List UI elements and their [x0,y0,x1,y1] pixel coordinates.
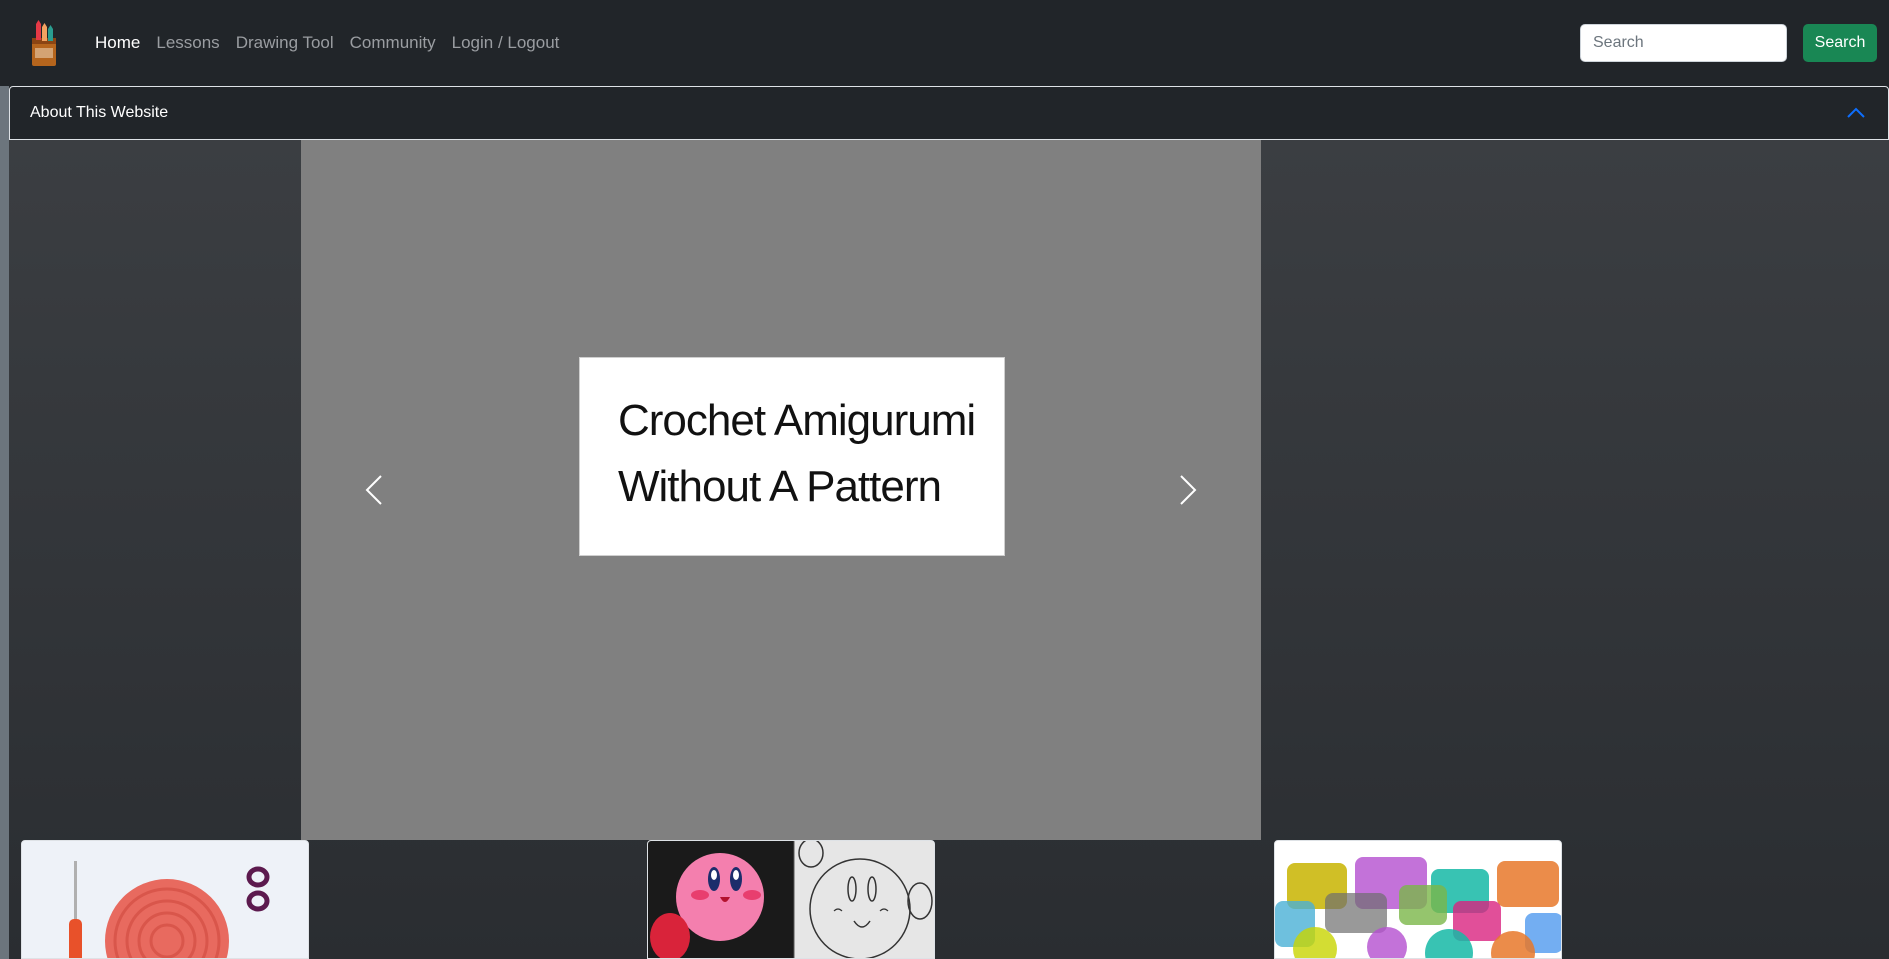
chevron-left-icon[interactable] [361,470,387,510]
search-input[interactable] [1580,24,1787,62]
nav-link-lessons[interactable]: Lessons [156,33,219,53]
carousel: Crochet Amigurumi Without A Pattern [301,140,1261,840]
chevron-up-icon[interactable] [1846,104,1866,122]
slide-title-line-2: Without A Pattern [618,462,942,511]
nav-link-login-logout[interactable]: Login / Logout [452,33,560,53]
page-left-edge [0,86,9,959]
nav-links: Home Lessons Drawing Tool Community Logi… [95,0,575,86]
navbar: Home Lessons Drawing Tool Community Logi… [0,0,1889,86]
nav-link-drawing-tool[interactable]: Drawing Tool [236,33,334,53]
slide-title-line-1: Crochet Amigurumi [618,396,976,445]
crayon-box-logo-icon[interactable] [28,20,62,68]
speech-bubbles-image[interactable] [1274,840,1562,959]
search-button[interactable]: Search [1803,24,1877,62]
nav-link-community[interactable]: Community [350,33,436,53]
nav-link-home[interactable]: Home [95,33,140,53]
carousel-slide-image: Crochet Amigurumi Without A Pattern [579,357,1005,556]
crochet-circle-image[interactable] [21,840,309,959]
kirby-drawing-comparison-image[interactable] [647,840,935,959]
accordion-title: About This Website [30,104,169,121]
about-accordion-header[interactable]: About This Website [9,86,1889,140]
chevron-right-icon[interactable] [1175,470,1201,510]
